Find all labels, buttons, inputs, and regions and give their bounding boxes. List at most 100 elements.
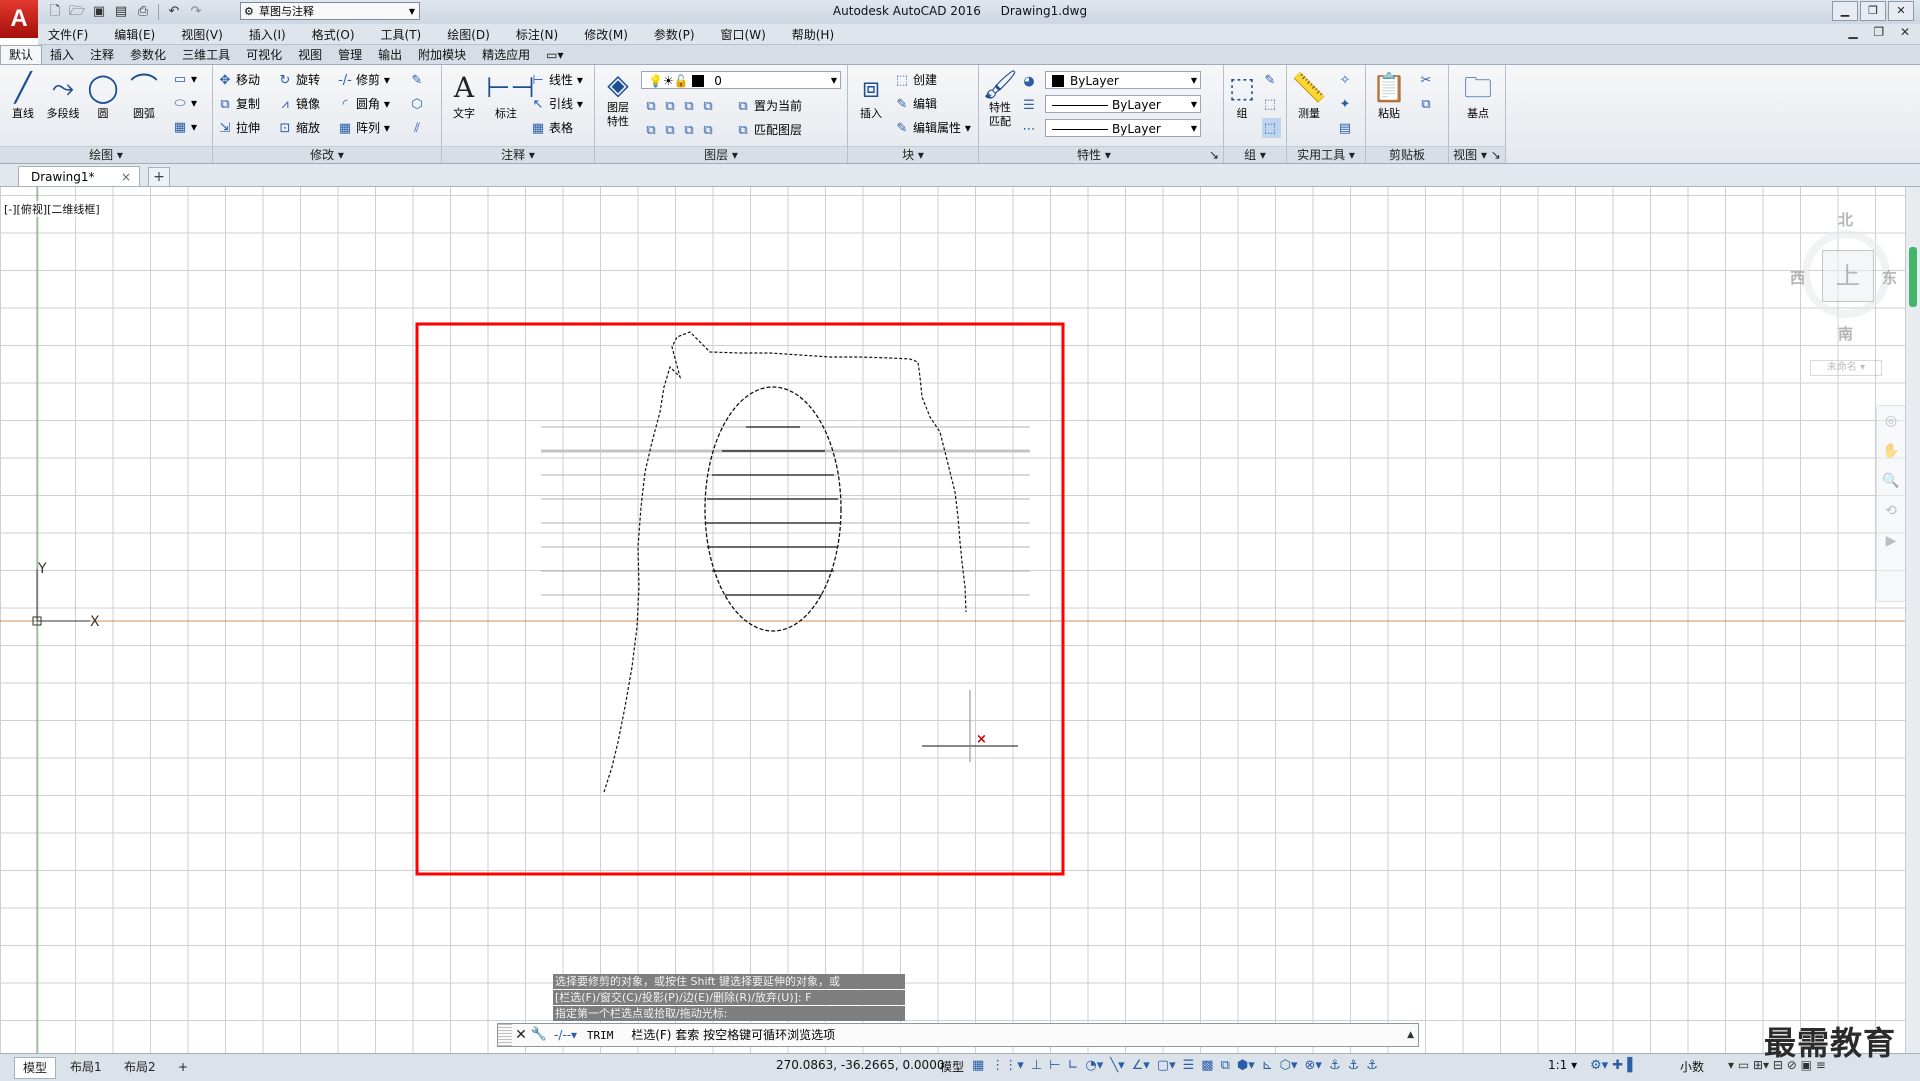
- autocad-logo[interactable]: A: [0, 0, 38, 38]
- trim-button[interactable]: -/- 修剪 ▾: [337, 70, 390, 90]
- line-button[interactable]: ╱ 直线: [3, 69, 43, 121]
- panel-annotation-title[interactable]: 注释 ▾: [442, 146, 594, 163]
- command-line[interactable]: ✕ 🔧 -/--▾ TRIM 栏选(F) 套索 按空格键可循环浏览选项 ▲: [497, 1023, 1419, 1047]
- match-properties-button[interactable]: 🖌 特性 匹配: [981, 69, 1019, 129]
- layout-tab-layout2[interactable]: 布局2: [116, 1057, 164, 1077]
- copy-clip-icon[interactable]: ⧉: [1418, 94, 1437, 114]
- leader-button[interactable]: ↖ 引线 ▾: [530, 94, 583, 114]
- paste-button[interactable]: 📋 粘贴: [1368, 69, 1410, 121]
- menu-modify[interactable]: 修改(M): [574, 26, 638, 43]
- group-edit-icon[interactable]: ⬚: [1262, 94, 1281, 114]
- panel-block-title[interactable]: 块 ▾: [848, 146, 978, 163]
- tab-insert[interactable]: 插入: [42, 46, 82, 64]
- zoom-icon[interactable]: 🔍: [1877, 466, 1905, 496]
- arc-button[interactable]: ⌒ 圆弧: [124, 69, 164, 121]
- insert-block-button[interactable]: ⧈ 插入: [850, 69, 892, 121]
- menu-view[interactable]: 视图(V): [171, 26, 233, 43]
- pan-icon[interactable]: ✋: [1877, 436, 1905, 466]
- stretch-button[interactable]: ⇲ 拉伸: [217, 118, 260, 138]
- panel-layers-title[interactable]: 图层 ▾: [595, 146, 847, 163]
- menu-draw[interactable]: 绘图(D): [437, 26, 500, 43]
- gizmo-icon[interactable]: ⊗▾: [1305, 1058, 1322, 1073]
- ellipse-icon[interactable]: ⬭ ▾: [172, 93, 197, 113]
- selection-cycling-icon[interactable]: ⧉: [1221, 1058, 1230, 1073]
- panel-groups-title[interactable]: 组 ▾: [1224, 146, 1286, 163]
- showmotion-icon[interactable]: ▶: [1877, 526, 1905, 556]
- measure-button[interactable]: 📏 测量: [1289, 69, 1329, 121]
- vertical-scrollbar[interactable]: [1905, 187, 1920, 1053]
- panel-view-title[interactable]: 视图 ▾ ↘: [1449, 146, 1505, 163]
- polar-icon[interactable]: ◔▾: [1085, 1058, 1103, 1073]
- transparency-icon[interactable]: ▩: [1201, 1058, 1213, 1073]
- layer-dropdown[interactable]: 💡☀🔓 0 ▼: [641, 71, 841, 89]
- orbit-icon[interactable]: ⟲: [1877, 496, 1905, 526]
- units-display[interactable]: 小数: [1680, 1058, 1704, 1075]
- rotate-button[interactable]: ↻ 旋转: [277, 70, 320, 90]
- restore-icon[interactable]: ❐: [1860, 1, 1886, 21]
- panel-utilities-title[interactable]: 实用工具 ▾: [1287, 146, 1365, 163]
- panel-clipboard-title[interactable]: 剪贴板: [1366, 146, 1448, 163]
- viewport-controls-label[interactable]: [-][俯视][二维线框]: [4, 201, 100, 217]
- tab-manage[interactable]: 管理: [330, 46, 370, 64]
- add-layout-icon[interactable]: +: [170, 1057, 196, 1077]
- tab-addins[interactable]: 附加模块: [410, 46, 474, 64]
- auto-scale-icon[interactable]: ⚓: [1348, 1058, 1360, 1073]
- infer-constraints-icon[interactable]: ⊥: [1031, 1058, 1042, 1073]
- document-window-controls[interactable]: ▁ ❐ ✕: [1848, 25, 1916, 39]
- close-icon[interactable]: ✕: [512, 1024, 530, 1046]
- polyline-button[interactable]: ⤳ 多段线: [43, 69, 83, 121]
- dynamic-ucs-icon[interactable]: ⊾: [1262, 1058, 1273, 1073]
- group-select-icon[interactable]: ⬚: [1262, 118, 1281, 138]
- layer-properties-button[interactable]: ◈ 图层 特性: [597, 69, 639, 129]
- ortho-icon[interactable]: ∟: [1067, 1058, 1078, 1073]
- viewcube[interactable]: 北 南 东 西 上 未命名 ▾: [1790, 205, 1900, 380]
- wrench-icon[interactable]: 🔧: [530, 1024, 548, 1046]
- tab-3d-tools[interactable]: 三维工具: [174, 46, 238, 64]
- minimize-icon[interactable]: ▁: [1832, 1, 1858, 21]
- calculator-icon[interactable]: ▤: [1337, 118, 1356, 138]
- explode-icon[interactable]: ⬡: [409, 94, 428, 114]
- menu-insert[interactable]: 插入(I): [239, 26, 296, 43]
- layer-tools-row-2[interactable]: ⧉ ⧉ ⧉ ⧉: [643, 120, 719, 140]
- menu-dimension[interactable]: 标注(N): [506, 26, 568, 43]
- point-icon[interactable]: ✦: [1337, 94, 1356, 114]
- tab-annotate[interactable]: 注释: [82, 46, 122, 64]
- command-prompt[interactable]: -/--▾ TRIM 栏选(F) 套索 按空格键可循环浏览选项: [554, 1024, 835, 1046]
- erase-icon[interactable]: ✎: [409, 70, 428, 90]
- cut-icon[interactable]: ✂: [1418, 70, 1437, 90]
- compass-west[interactable]: 西: [1790, 267, 1805, 288]
- base-view-button[interactable]: 🗀 基点: [1457, 69, 1499, 121]
- edit-block-button[interactable]: ✎ 编辑: [894, 94, 937, 114]
- ucs-menu[interactable]: 未命名 ▾: [1810, 360, 1882, 376]
- rectangle-icon[interactable]: ▭ ▾: [172, 69, 197, 89]
- horizontal-lines[interactable]: [541, 426, 1030, 596]
- menu-edit[interactable]: 编辑(E): [104, 26, 165, 43]
- lasso-fence-path[interactable]: [603, 331, 967, 793]
- layout-tab-layout1[interactable]: 布局1: [62, 1057, 110, 1077]
- lineweight-toggle-icon[interactable]: ☰: [1183, 1058, 1195, 1073]
- edit-attributes-button[interactable]: ✎ 编辑属性 ▾: [894, 118, 971, 138]
- red-boundary-rectangle[interactable]: [415, 322, 1065, 876]
- text-button[interactable]: A 文字: [444, 69, 484, 121]
- menu-help[interactable]: 帮助(H): [782, 26, 844, 43]
- workspace-gear-icon[interactable]: ⚙▾ ✚ ▌: [1590, 1058, 1637, 1073]
- compass-south[interactable]: 南: [1838, 323, 1853, 344]
- panel-draw-title[interactable]: 绘图 ▾: [0, 146, 212, 163]
- isodraft-icon[interactable]: ╲▾: [1110, 1058, 1124, 1073]
- ungroup-icon[interactable]: ✎: [1262, 70, 1281, 90]
- tab-featured-apps[interactable]: 精选应用: [474, 46, 538, 64]
- quick-select-icon[interactable]: ✧: [1337, 70, 1356, 90]
- set-current-button[interactable]: ⧉ 置为当前: [735, 96, 802, 116]
- offset-icon[interactable]: ⫽: [409, 118, 428, 138]
- lineweight-dropdown[interactable]: ByLayer ▼: [1045, 119, 1201, 137]
- panel-modify-title[interactable]: 修改 ▾: [213, 146, 441, 163]
- layout-tab-model[interactable]: 模型: [14, 1057, 57, 1079]
- table-button[interactable]: ▦ 表格: [530, 118, 573, 138]
- panel-properties-title[interactable]: 特性 ▾ ↘: [979, 146, 1223, 163]
- new-tab-button[interactable]: +: [148, 167, 170, 187]
- color-dropdown[interactable]: ByLayer ▼: [1045, 71, 1201, 89]
- close-icon[interactable]: ×: [121, 167, 131, 187]
- 3d-osnap-icon[interactable]: ⬢▾: [1237, 1058, 1255, 1073]
- ribbon-options-icon[interactable]: ▭▾: [538, 46, 571, 64]
- command-line-grip[interactable]: [498, 1024, 512, 1046]
